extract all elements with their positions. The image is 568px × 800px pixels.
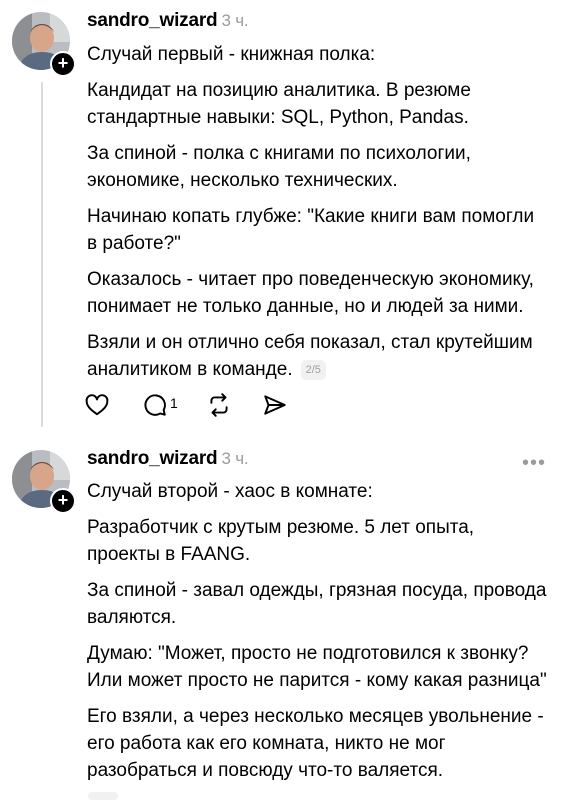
- share-icon: [264, 395, 286, 415]
- reply-count: 1: [170, 395, 178, 411]
- username[interactable]: sandro_wizard 3 ч.: [87, 10, 249, 32]
- thread-line: [41, 82, 43, 427]
- username-text[interactable]: sandro_wizard: [87, 448, 218, 469]
- post-paragraph: Его взяли, а через несколько месяцев уво…: [87, 706, 544, 781]
- post-time: 3 ч.: [221, 11, 249, 30]
- post-paragraph: Начинаю копать глубже: "Какие книги вам …: [87, 206, 535, 254]
- username[interactable]: sandro_wizard 3 ч.: [87, 448, 249, 470]
- comment-icon: [144, 394, 166, 416]
- share-button[interactable]: [262, 392, 292, 422]
- follow-plus-icon[interactable]: +: [50, 51, 76, 77]
- post-paragraph-last: Взяли и он отлично себя показал, стал кр…: [87, 329, 547, 383]
- post-paragraph: Разработчик с крутым резюме. 5 лет опыта…: [87, 517, 475, 565]
- post-body: Случай второй - хаос в комнате: Разработ…: [87, 478, 547, 793]
- more-icon[interactable]: •••: [522, 453, 546, 473]
- like-button[interactable]: [84, 392, 114, 422]
- thread-counter-badge-partial: [88, 792, 118, 800]
- post-time: 3 ч.: [221, 449, 249, 468]
- post-body: Случай первый - книжная полка: Кандидат …: [87, 41, 547, 392]
- post-paragraph: Кандидат на позицию аналитика. В резюме …: [87, 80, 471, 128]
- repost-button[interactable]: [206, 392, 236, 422]
- comment-button[interactable]: [142, 392, 172, 422]
- post-paragraph: За спиной - завал одежды, грязная посуда…: [87, 580, 547, 628]
- heart-icon: [85, 394, 109, 416]
- follow-plus-icon[interactable]: +: [50, 488, 76, 514]
- username-text[interactable]: sandro_wizard: [87, 10, 218, 31]
- repost-icon: [210, 393, 228, 417]
- post-paragraph: Случай первый - книжная полка:: [87, 44, 376, 65]
- post-paragraph: Оказалось - читает про поведенческую эко…: [87, 269, 534, 317]
- post-paragraph: Думаю: "Может, просто не подготовился к …: [87, 643, 547, 691]
- thread-counter-badge: 2/5: [300, 360, 326, 380]
- post-paragraph: За спиной - полка с книгами по психологи…: [87, 143, 471, 191]
- post-paragraph: Случай второй - хаос в комнате:: [87, 481, 373, 502]
